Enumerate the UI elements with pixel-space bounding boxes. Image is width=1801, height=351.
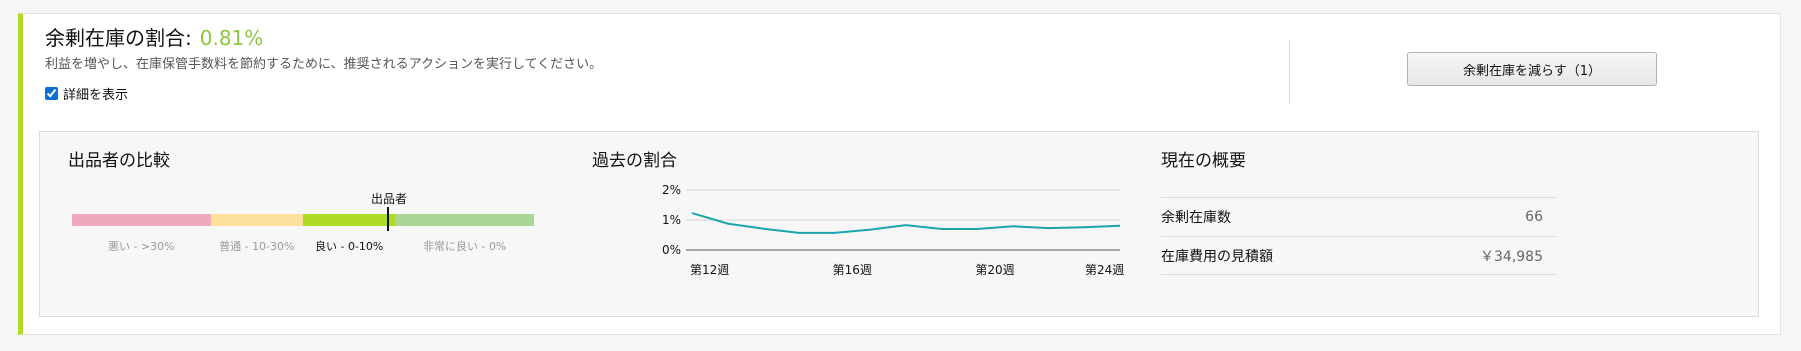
seller-comparison-title: 出品者の比較 (68, 151, 170, 171)
show-details-label: 詳細を表示 (63, 88, 129, 103)
comparison-bar (72, 214, 534, 226)
comparison-segment-label: 普通 - 10-30% (219, 240, 295, 253)
x-tick-label: 第20週 (975, 263, 1014, 277)
history-title: 過去の割合 (592, 151, 677, 171)
comparison-segment-label: 悪い - >30% (107, 240, 175, 253)
x-tick-label: 第12週 (690, 263, 729, 277)
summary-row: 在庫費用の見積額 ￥34,985 (1161, 236, 1557, 275)
history-line-chart: 0% 1% 2% 第12週 第16週 第20週 第24週 (662, 183, 1124, 277)
comparison-segment (210, 214, 303, 226)
y-tick-label: 2% (662, 183, 681, 197)
summary-row: 余剰在庫数 66 (1161, 197, 1557, 236)
comparison-segment (395, 214, 534, 226)
show-details-checkbox[interactable] (45, 87, 58, 100)
seller-marker (387, 207, 389, 231)
seller-marker-label: 出品者 (371, 192, 408, 206)
comparison-segment-label: 非常に良い - 0% (422, 240, 507, 253)
y-tick-label: 1% (662, 213, 681, 227)
excess-inventory-card: 余剰在庫の割合: 0.81% 利益を増やし、在庫保管手数料を節約するために、推奨… (18, 13, 1781, 335)
summary-row-label: 余剰在庫数 (1161, 210, 1231, 226)
title-row: 余剰在庫の割合: 0.81% (45, 22, 263, 51)
summary-table: 余剰在庫数 66 在庫費用の見積額 ￥34,985 (1161, 197, 1557, 275)
summary-row-value: 66 (1525, 209, 1543, 225)
series-line (691, 212, 1121, 234)
page-title: 余剰在庫の割合: (45, 26, 192, 50)
comparison-segment (302, 214, 396, 226)
comparison-segment (72, 214, 211, 226)
details-panel: 出品者の比較 出品者 悪い - >30% 普通 - 10-30% 良い - 0-10… (39, 131, 1759, 317)
summary-row-value: ￥34,985 (1480, 248, 1543, 265)
reduce-excess-inventory-button[interactable]: 余剰在庫を減らす（1） (1407, 52, 1657, 86)
excess-rate-value: 0.81% (199, 26, 264, 50)
show-details-toggle[interactable]: 詳細を表示 (45, 84, 128, 103)
y-tick-label: 0% (662, 243, 681, 257)
x-tick-label: 第16週 (833, 263, 872, 277)
header-divider (1289, 40, 1290, 104)
description-text: 利益を増やし、在庫保管手数料を節約するために、推奨されるアクションを実行してくだ… (45, 57, 603, 72)
x-tick-label: 第24週 (1085, 263, 1124, 277)
summary-title: 現在の概要 (1161, 151, 1246, 171)
comparison-segment-label: 良い - 0-10% (314, 240, 384, 253)
summary-row-label: 在庫費用の見積額 (1161, 248, 1273, 265)
